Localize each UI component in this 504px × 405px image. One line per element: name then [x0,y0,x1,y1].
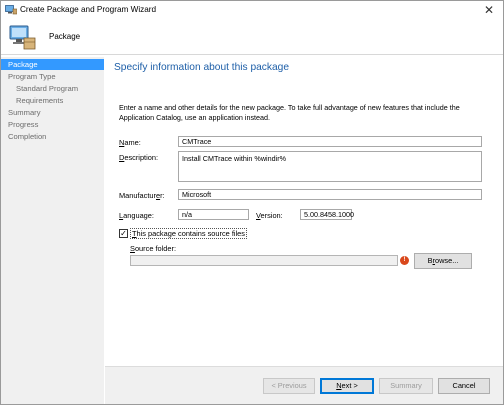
window-title: Create Package and Program Wizard [20,5,157,14]
source-folder-field[interactable] [130,255,398,266]
contains-source-label[interactable]: This package contains source files [130,228,247,239]
title-bar: Create Package and Program Wizard ✕ [1,1,503,20]
cancel-button[interactable]: Cancel [438,378,490,394]
contains-source-checkbox[interactable]: ✓ [119,229,128,238]
nav-item-summary[interactable]: Summary [1,107,104,118]
previous-button[interactable]: < Previous [263,378,315,394]
nav-item-completion[interactable]: Completion [1,131,104,142]
nav-item-requirements[interactable]: Requirements [1,95,104,106]
next-button[interactable]: Next > [320,378,374,394]
close-button[interactable]: ✕ [481,3,497,18]
header-title: Package [49,32,81,41]
language-label: Language: [119,211,154,220]
page-heading: Specify information about this package [114,62,289,73]
wizard-header: Package [1,20,503,55]
intro-text: Enter a name and other details for the n… [119,103,460,122]
version-label: Version: [256,211,283,220]
description-label: Description: [119,153,159,162]
manufacturer-field[interactable]: Microsoft [178,189,482,200]
nav-item-standard-program[interactable]: Standard Program [1,83,104,94]
nav-item-package[interactable]: Package [1,59,104,70]
name-label: Name: [119,138,141,147]
browse-button[interactable]: Browse... [414,253,472,269]
manufacturer-label: Manufacturer: [119,191,165,200]
name-field[interactable]: CMTrace [178,136,482,147]
nav-item-program-type[interactable]: Program Type [1,71,104,82]
main-panel: Specify information about this package E… [105,57,503,404]
version-field[interactable]: 5.00.8458.1000 [300,209,354,220]
computer-package-icon [9,25,36,50]
summary-button[interactable]: Summary [379,378,433,394]
wizard-window: Create Package and Program Wizard ✕ Pack… [0,0,504,405]
error-icon: ! [400,256,409,265]
language-field[interactable]: n/a [178,209,249,220]
description-field[interactable]: Install CMTrace within %windir% [178,151,482,182]
wizard-footer: < Previous Next > Summary Cancel [105,366,503,404]
nav-item-progress[interactable]: Progress [1,119,104,130]
source-folder-label: Source folder: [130,244,177,253]
wizard-nav: Package Program Type Standard Program Re… [1,57,104,404]
computer-package-icon [5,5,17,15]
